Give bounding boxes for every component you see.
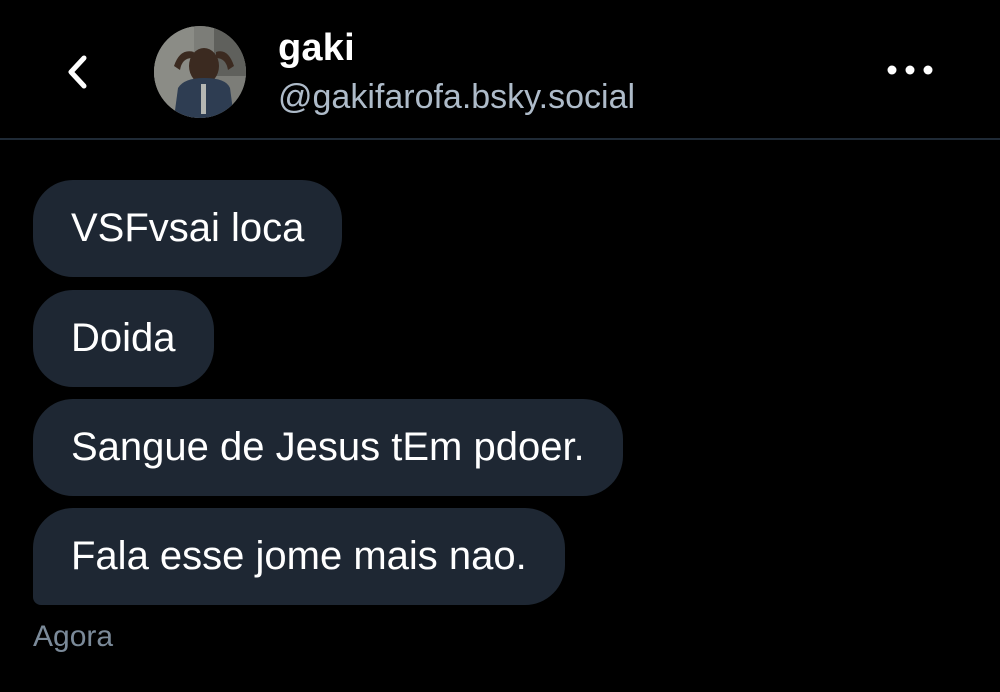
- message-bubble[interactable]: Sangue de Jesus tEm pdoer.: [33, 399, 623, 496]
- more-options-button[interactable]: [880, 50, 940, 90]
- message-text: VSFvsai loca: [71, 206, 305, 250]
- conversation-header: gaki @gakifarofa.bsky.social: [0, 0, 1000, 140]
- message-timestamp: Agora: [33, 620, 114, 653]
- message-bubble[interactable]: Doida: [33, 290, 214, 387]
- profile-photo: [154, 26, 246, 118]
- display-name[interactable]: gaki: [278, 26, 355, 70]
- back-button[interactable]: [52, 44, 102, 100]
- message-text: Sangue de Jesus tEm pdoer.: [71, 425, 585, 469]
- message-text: Doida: [71, 316, 176, 360]
- message-bubble[interactable]: VSFvsai loca: [33, 180, 343, 277]
- chevron-left-icon: [68, 55, 87, 89]
- avatar[interactable]: [154, 26, 246, 118]
- user-handle[interactable]: @gakifarofa.bsky.social: [278, 76, 635, 118]
- message-list: VSFvsai loca Doida Sangue de Jesus tEm p…: [0, 142, 1000, 692]
- ellipsis-horizontal-icon: [887, 65, 933, 75]
- message-bubble[interactable]: Fala esse jome mais nao.: [33, 508, 565, 605]
- message-text: Fala esse jome mais nao.: [71, 534, 527, 578]
